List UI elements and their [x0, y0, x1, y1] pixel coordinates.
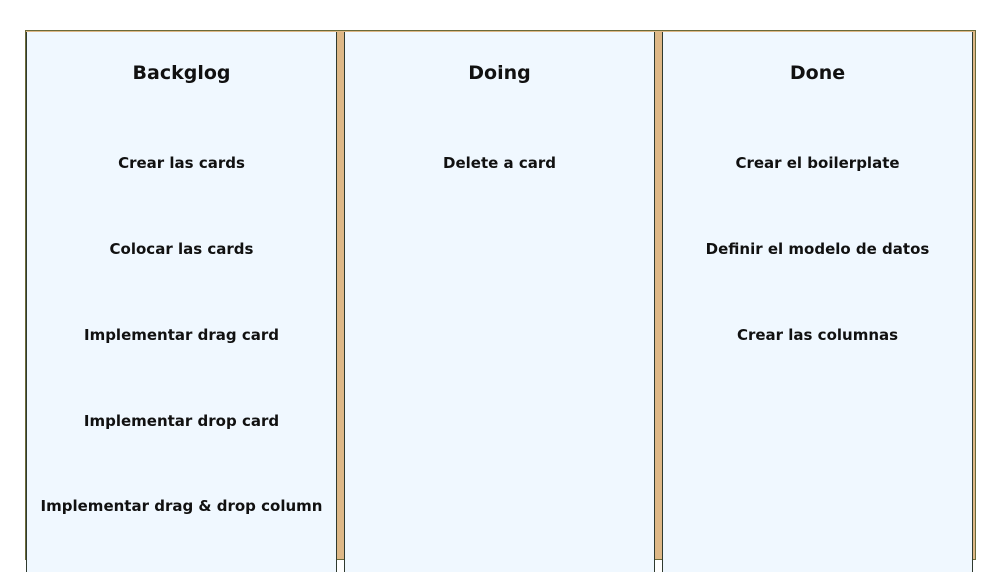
card[interactable]: Implementar drop card	[27, 408, 336, 434]
column-doing[interactable]: Doing Delete a card	[344, 32, 655, 572]
column-title: Done	[789, 62, 846, 84]
card[interactable]: Crear las cards	[27, 150, 336, 176]
card[interactable]: Delete a card	[345, 150, 654, 176]
column-backlog[interactable]: Backglog Crear las cards Colocar las car…	[26, 32, 337, 572]
card[interactable]: Definir el modelo de datos	[663, 236, 972, 262]
card[interactable]: Implementar drag & drop column	[27, 493, 336, 519]
column-title: Doing	[468, 62, 531, 84]
card[interactable]: Crear las columnas	[663, 322, 972, 348]
card[interactable]: Colocar las cards	[27, 236, 336, 262]
kanban-board: Backglog Crear las cards Colocar las car…	[25, 30, 976, 572]
card[interactable]: Crear el boilerplate	[663, 150, 972, 176]
column-done[interactable]: Done Crear el boilerplate Definir el mod…	[662, 32, 973, 572]
column-title: Backglog	[132, 62, 231, 84]
card[interactable]: Implementar drag card	[27, 322, 336, 348]
